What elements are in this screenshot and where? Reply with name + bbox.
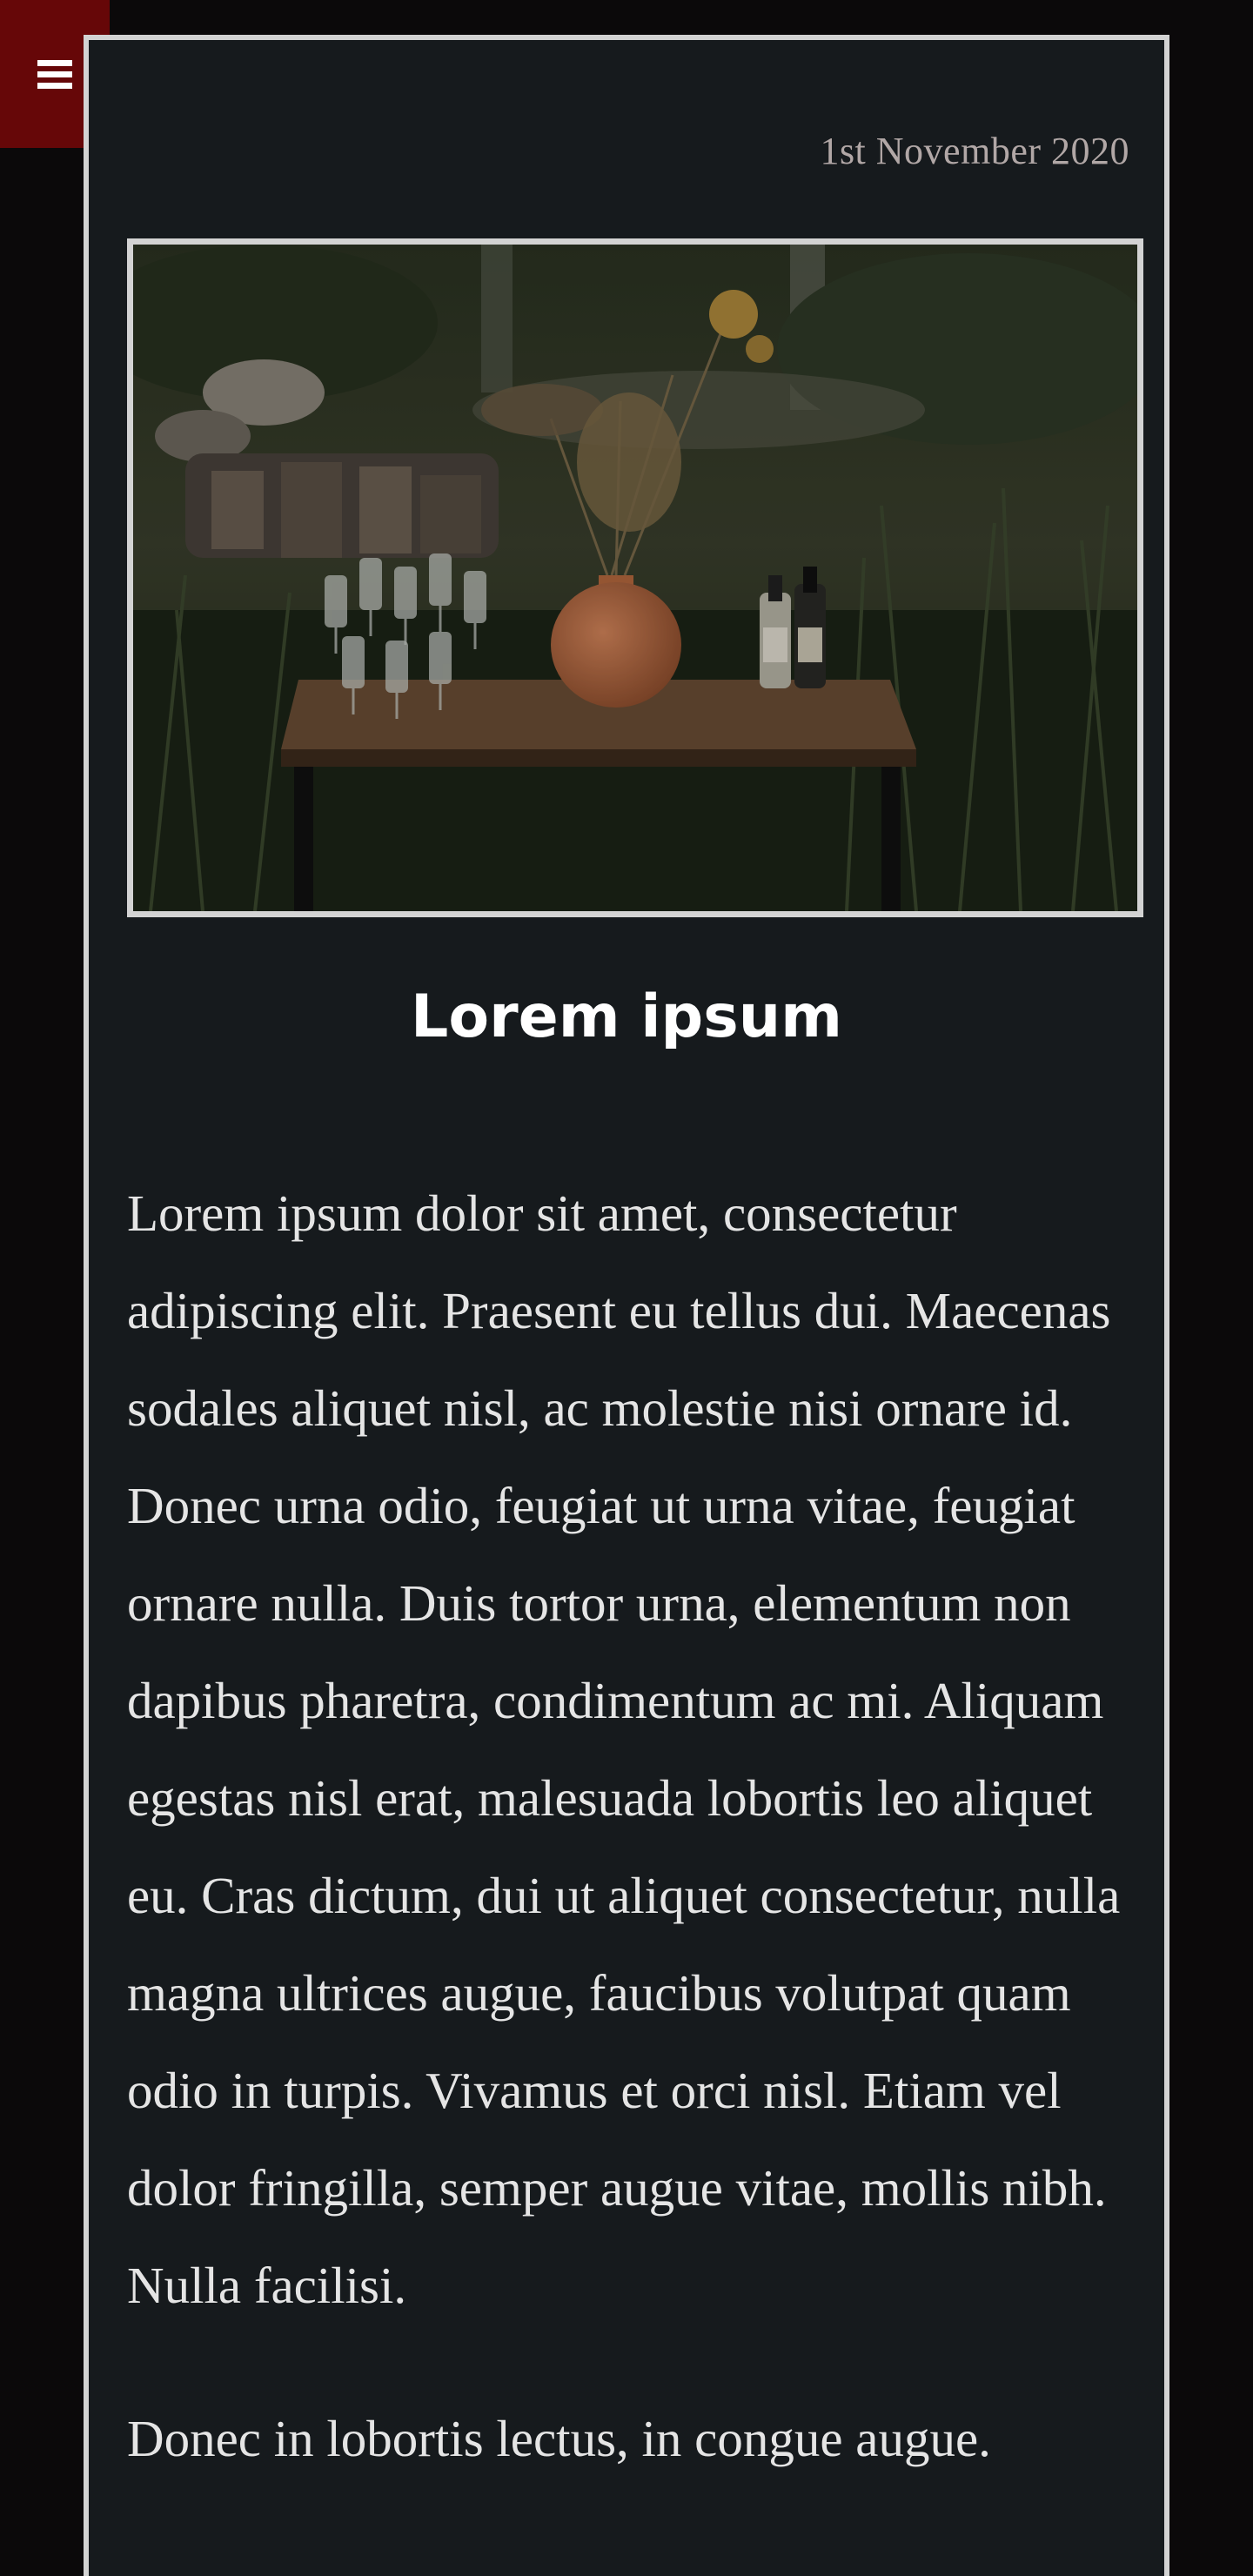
blog-post-card: 1st November 2020 Lorem ipsum Lorem ipsu… — [84, 35, 1169, 2576]
post-title: Lorem ipsum — [411, 983, 842, 1051]
post-hero-image — [127, 238, 1143, 917]
post-date: 1st November 2020 — [820, 130, 1129, 172]
post-paragraph: Donec in lobortis lectus, in congue augu… — [127, 2410, 991, 2467]
hamburger-menu-icon — [37, 60, 72, 89]
hero-illustration — [133, 245, 1137, 911]
post-paragraph: Lorem ipsum dolor sit amet, consectetur … — [127, 1184, 1121, 2314]
post-body: Lorem ipsum dolor sit amet, consectetur … — [127, 1164, 1126, 2543]
